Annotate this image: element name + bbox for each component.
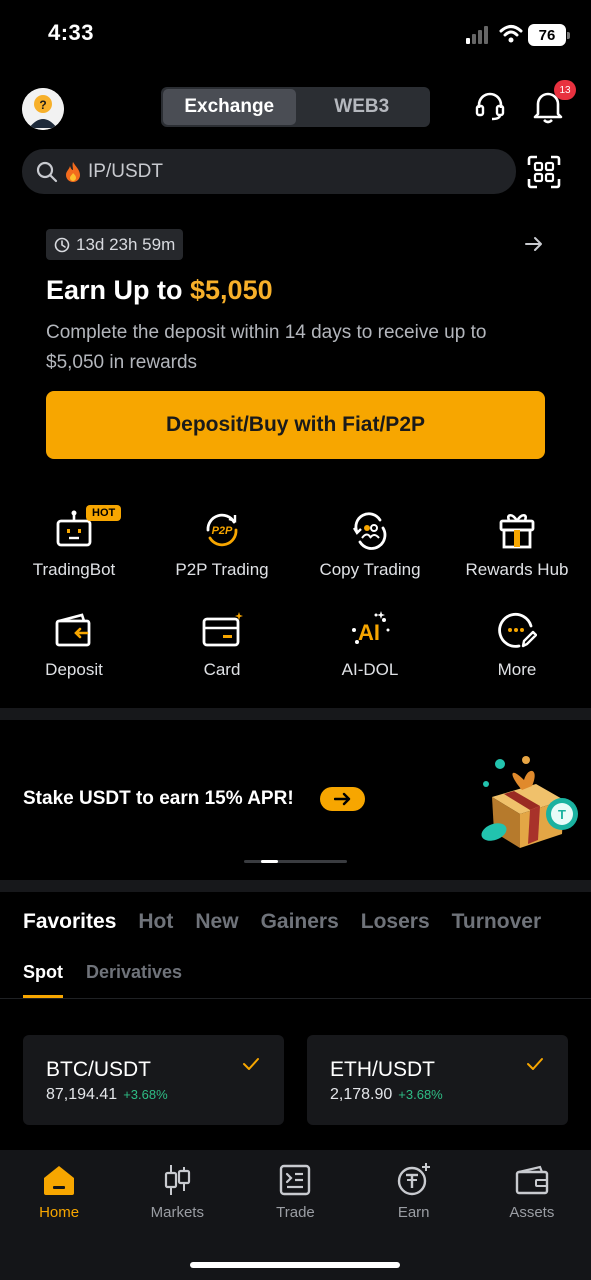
cellular-signal-icon: [466, 26, 488, 44]
tab-hot[interactable]: Hot: [138, 910, 173, 934]
earn-coin-icon: [397, 1163, 430, 1196]
fire-icon: [66, 161, 80, 182]
nav-label: Assets: [509, 1204, 555, 1221]
status-time: 4:33: [48, 20, 95, 45]
search-input[interactable]: IP/USDT: [22, 149, 516, 194]
tab-gainers[interactable]: Gainers: [261, 910, 339, 934]
quick-action-label: TradingBot: [32, 560, 116, 579]
pair-price: 2,178.90: [330, 1086, 393, 1103]
bottom-nav: Home Markets Trade Earn Assets: [0, 1150, 591, 1280]
svg-text:AI: AI: [358, 620, 380, 645]
quick-action-p2p[interactable]: P2P P2P Trading: [148, 508, 296, 580]
qr-scan-icon[interactable]: [527, 155, 561, 189]
nav-label: Earn: [397, 1204, 430, 1221]
subtab-divider: [0, 998, 591, 999]
check-icon[interactable]: [526, 1057, 544, 1071]
quick-action-more[interactable]: More: [443, 608, 591, 680]
wallet-icon: [515, 1165, 549, 1195]
tab-losers[interactable]: Losers: [361, 910, 430, 934]
tab-exchange[interactable]: Exchange: [163, 89, 296, 125]
wifi-icon: [499, 25, 523, 43]
section-divider: [0, 880, 591, 892]
home-indicator: [190, 1262, 400, 1268]
pair-name: ETH/USDT: [330, 1058, 435, 1081]
clock-icon: [54, 237, 70, 252]
nav-label: Home: [39, 1204, 80, 1221]
quick-action-label: AI-DOL: [341, 660, 399, 679]
tab-new[interactable]: New: [195, 910, 238, 934]
nav-home[interactable]: Home: [0, 1162, 118, 1280]
nav-label: Markets: [150, 1204, 204, 1221]
deposit-buy-button[interactable]: Deposit/Buy with Fiat/P2P: [46, 391, 545, 459]
quick-action-label: Deposit: [45, 660, 103, 679]
arrow-right-icon[interactable]: [524, 234, 544, 254]
promo-title: Earn Up to $5,050: [46, 275, 273, 306]
battery-indicator: 76: [528, 24, 570, 46]
ai-icon: AI: [352, 611, 390, 645]
svg-text:?: ?: [39, 98, 46, 112]
p2p-icon: P2P: [206, 513, 238, 547]
subtab-derivatives[interactable]: Derivatives: [86, 962, 182, 998]
quick-action-label: Copy Trading: [319, 560, 421, 579]
favorite-card-btc[interactable]: BTC/USDT 87,194.41 +3.68%: [23, 1035, 284, 1125]
notification-badge: 13: [554, 80, 576, 100]
quick-action-label: Card: [203, 660, 241, 679]
tab-favorites[interactable]: Favorites: [23, 910, 116, 934]
section-divider: [0, 708, 591, 720]
stake-banner-button[interactable]: [320, 787, 365, 811]
nav-assets[interactable]: Assets: [473, 1162, 591, 1280]
nav-label: Trade: [276, 1204, 315, 1221]
exchange-web3-switch: Exchange WEB3: [161, 87, 430, 127]
hot-badge: HOT: [86, 505, 122, 521]
quick-action-copy-trading[interactable]: Copy Trading: [296, 508, 444, 580]
pair-price: 87,194.41: [46, 1086, 118, 1103]
carousel-indicator: [244, 860, 347, 863]
market-subtabs: Spot Derivatives: [23, 962, 182, 998]
quick-action-card[interactable]: Card: [148, 608, 296, 680]
tab-web3[interactable]: WEB3: [296, 89, 429, 125]
promo-amount: $5,050: [190, 275, 273, 305]
quick-action-rewards-hub[interactable]: Rewards Hub: [443, 508, 591, 580]
promo-title-prefix: Earn Up to: [46, 275, 191, 305]
avatar[interactable]: ?: [22, 88, 64, 130]
pair-change: +3.68%: [123, 1087, 168, 1102]
trade-icon: [280, 1164, 311, 1196]
promo-description: Complete the deposit within 14 days to r…: [46, 322, 487, 373]
wallet-in-icon: [55, 613, 91, 647]
svg-text:P2P: P2P: [212, 525, 233, 537]
stake-banner-text[interactable]: Stake USDT to earn 15% APR!: [23, 788, 294, 810]
quick-action-label: P2P Trading: [175, 560, 269, 579]
check-icon[interactable]: [242, 1057, 260, 1071]
search-icon: [36, 161, 58, 182]
more-icon: [498, 613, 537, 648]
pair-name: BTC/USDT: [46, 1058, 151, 1081]
quick-action-ai-dol[interactable]: AI AI-DOL: [296, 608, 444, 680]
pair-price-row: 87,194.41 +3.68%: [46, 1086, 168, 1104]
quick-action-tradingbot[interactable]: TradingBot: [0, 508, 148, 580]
gift-illustration-icon: T: [481, 756, 578, 848]
gift-icon: [499, 513, 535, 549]
subtab-spot[interactable]: Spot: [23, 962, 63, 998]
timer-text: 13d 23h 59m: [76, 234, 176, 254]
headset-icon[interactable]: [474, 90, 506, 122]
avatar-icon: ?: [22, 88, 64, 130]
copy-trading-icon: [352, 512, 387, 550]
quick-action-deposit[interactable]: Deposit: [0, 608, 148, 680]
home-icon: [44, 1166, 75, 1195]
svg-text:T: T: [558, 807, 566, 822]
market-tabs: Favorites Hot New Gainers Losers Turnove…: [23, 910, 541, 934]
card-icon: [202, 612, 243, 647]
quick-action-label: More: [497, 660, 537, 679]
pair-price-row: 2,178.90 +3.68%: [330, 1086, 443, 1104]
search-placeholder: IP/USDT: [88, 160, 163, 182]
favorite-card-eth[interactable]: ETH/USDT 2,178.90 +3.68%: [307, 1035, 568, 1125]
arrow-right-icon: [333, 792, 350, 806]
pair-change: +3.68%: [398, 1087, 443, 1102]
countdown-timer: 13d 23h 59m: [46, 229, 184, 260]
candlestick-icon: [165, 1165, 191, 1195]
tab-turnover[interactable]: Turnover: [452, 910, 541, 934]
quick-action-label: Rewards Hub: [465, 560, 569, 579]
